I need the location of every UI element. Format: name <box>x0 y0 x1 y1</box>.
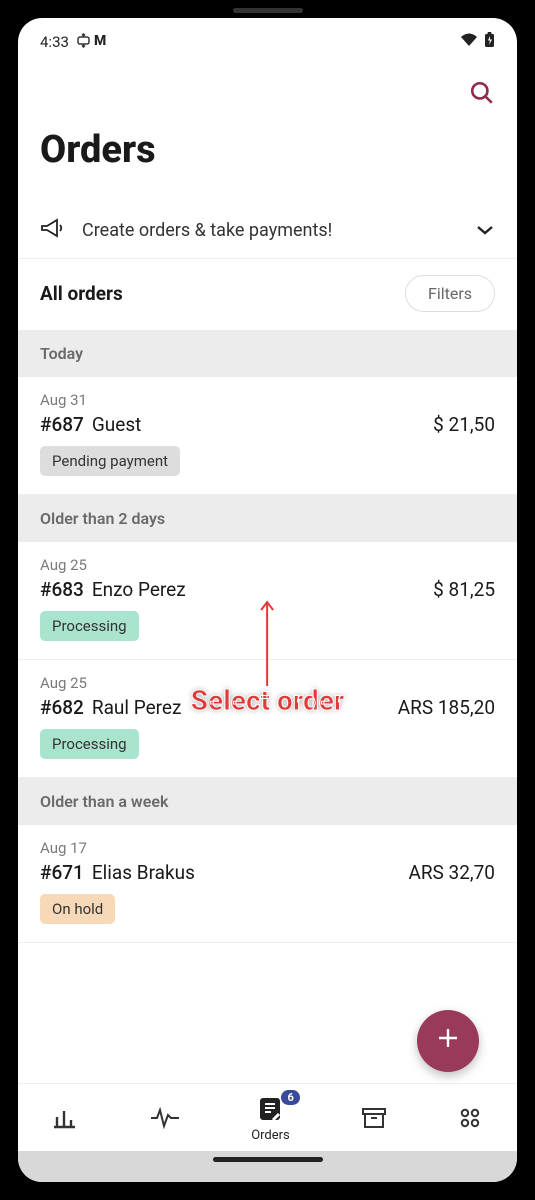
order-date: Aug 25 <box>40 674 495 692</box>
order-amount: $ 81,25 <box>433 578 495 601</box>
status-badge: Processing <box>40 611 139 641</box>
nav-archive[interactable] <box>361 1107 387 1133</box>
activity-icon <box>150 1107 180 1133</box>
order-date: Aug 25 <box>40 556 495 574</box>
stats-icon <box>53 1107 79 1133</box>
order-id-name: #671Elias Brakus <box>40 861 195 884</box>
home-indicator <box>213 1157 323 1162</box>
chevron-down-icon <box>475 221 495 240</box>
device-frame: 4:33 M <box>0 0 535 1200</box>
order-amount: ARS 185,20 <box>398 696 495 719</box>
status-time: 4:33 <box>40 33 69 51</box>
status-bar: 4:33 M <box>18 18 517 66</box>
bottom-nav: 6 Orders <box>18 1083 517 1151</box>
device-speaker <box>233 8 303 13</box>
order-id-name: #687Guest <box>40 413 141 436</box>
orders-list: Today Aug 31 #687Guest $ 21,50 Pending p… <box>18 330 517 1083</box>
bottom-bar: 6 Orders <box>18 1083 517 1182</box>
nav-activity[interactable] <box>150 1107 180 1133</box>
nav-badge: 6 <box>281 1090 299 1105</box>
section-header: Older than 2 days <box>18 495 517 542</box>
plus-icon <box>435 1024 461 1059</box>
scope-label[interactable]: All orders <box>40 282 123 305</box>
orders-icon <box>257 1096 283 1126</box>
wifi-icon <box>460 33 478 51</box>
order-date: Aug 17 <box>40 839 495 857</box>
status-badge: Pending payment <box>40 446 180 476</box>
m-icon: M <box>94 33 106 52</box>
status-right <box>460 32 495 52</box>
filters-button[interactable]: Filters <box>405 275 495 312</box>
screen: 4:33 M <box>18 18 517 1182</box>
battery-icon <box>484 32 495 52</box>
page-title: Orders <box>18 110 517 202</box>
promo-banner[interactable]: Create orders & take payments! <box>18 202 517 259</box>
nav-apps[interactable] <box>458 1106 482 1134</box>
banner-text: Create orders & take payments! <box>82 220 457 241</box>
header-actions <box>18 66 517 110</box>
nav-stats[interactable] <box>53 1107 79 1133</box>
status-badge: Processing <box>40 729 139 759</box>
search-icon[interactable] <box>469 80 495 110</box>
order-row[interactable]: Aug 17 #671Elias Brakus ARS 32,70 On hol… <box>18 825 517 943</box>
nav-orders[interactable]: 6Orders <box>251 1096 290 1143</box>
order-row[interactable]: Aug 25 #683Enzo Perez $ 81,25 Processing <box>18 542 517 660</box>
order-amount: ARS 32,70 <box>408 861 495 884</box>
order-id-name: #683Enzo Perez <box>40 578 186 601</box>
order-row[interactable]: Aug 31 #687Guest $ 21,50 Pending payment <box>18 377 517 495</box>
section-header: Older than a week <box>18 778 517 825</box>
section-header: Today <box>18 330 517 377</box>
order-row[interactable]: Aug 25 #682Raul Perez ARS 185,20 Process… <box>18 660 517 778</box>
order-date: Aug 31 <box>40 391 495 409</box>
add-order-fab[interactable] <box>417 1010 479 1072</box>
megaphone-icon <box>40 218 64 242</box>
status-badge: On hold <box>40 894 115 924</box>
apps-icon <box>458 1106 482 1134</box>
status-left: 4:33 M <box>40 33 106 52</box>
sync-icon <box>77 33 90 52</box>
order-amount: $ 21,50 <box>433 413 495 436</box>
order-id-name: #682Raul Perez <box>40 696 181 719</box>
filter-row: All orders Filters <box>18 259 517 330</box>
nav-label: Orders <box>251 1128 290 1143</box>
archive-icon <box>361 1107 387 1133</box>
